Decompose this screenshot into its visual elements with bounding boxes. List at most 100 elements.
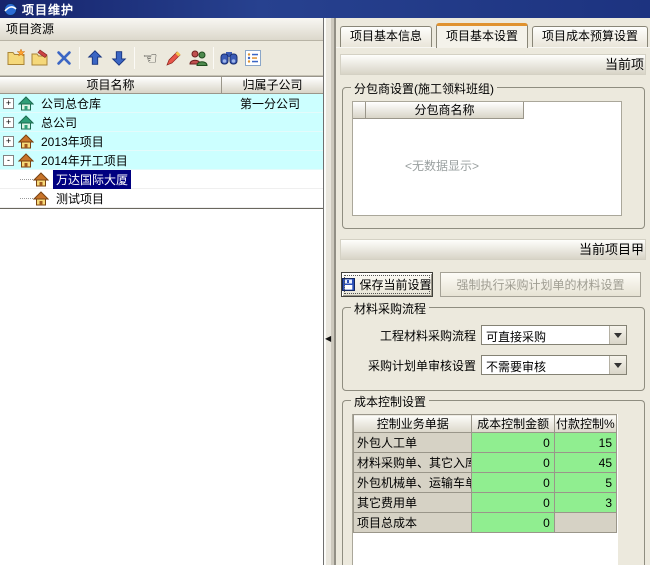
procurement-flow-select[interactable]: 可直接采购 [481,325,627,345]
new-folder-icon[interactable] [4,46,28,70]
procurement-group-title: 材料采购流程 [351,300,429,317]
cost-amount-cell[interactable]: 0 [472,493,554,513]
expand-toggle[interactable]: + [3,136,14,147]
subcontractor-list-header: 分包商名称 [353,102,621,119]
column-cost-amount[interactable]: 成本控制金额 [472,415,554,433]
plan-review-select[interactable]: 不需要审核 [481,355,627,375]
tree-row-2014-projects[interactable]: - 2014年开工项目 [0,151,323,170]
green-house-icon [18,96,35,111]
yellow-house-icon [18,153,35,168]
section-header-current-project: 当前项 [340,54,646,75]
subcontractor-list: 分包商名称 <无数据显示> [352,101,622,216]
team-icon[interactable] [186,46,210,70]
doc-type-cell: 材料采购单、其它入库单 [354,453,472,473]
tree-column-company[interactable]: 归属子公司 [222,77,323,93]
subcontractor-group-title: 分包商设置(施工领料班组) [351,80,497,97]
payment-percent-cell[interactable]: 15 [554,433,616,453]
table-row: 外包人工单 0 15 [354,433,617,453]
tree-node-label: 公司总仓库 [38,94,104,113]
edit-folder-icon[interactable] [28,46,52,70]
tab-basic-info[interactable]: 项目基本信息 [340,26,432,47]
panel-splitter[interactable]: ◀ [324,18,336,565]
doc-type-cell: 外包人工单 [354,433,472,453]
grid-header-row: 控制业务单据 成本控制金额 付款控制% [354,415,617,433]
modify-pencil-icon[interactable] [162,46,186,70]
project-tree: 项目名称 归属子公司 + 公司总仓库 第一分公司 + 总公司 + [0,76,323,209]
table-row: 其它费用单 0 3 [354,493,617,513]
dropdown-button[interactable] [609,356,626,374]
cost-amount-cell[interactable]: 0 [472,473,554,493]
move-up-icon[interactable] [83,46,107,70]
cost-amount-cell[interactable]: 0 [472,513,554,533]
cost-control-grid: 控制业务单据 成本控制金额 付款控制% 外包人工单 0 15 材料采购单、其它入… [352,414,618,565]
tree-row-test-project[interactable]: 测试项目 [0,189,323,208]
chevron-down-icon [614,333,622,342]
save-settings-button[interactable]: 保存当前设置 [341,272,433,297]
expand-toggle[interactable]: + [3,117,14,128]
yellow-house-icon [33,172,50,187]
expand-toggle[interactable]: + [3,98,14,109]
left-panel-title: 项目资源 [0,18,323,41]
yellow-house-icon [33,191,50,206]
delete-icon[interactable] [52,46,76,70]
tree-connector [20,179,33,180]
payment-percent-cell[interactable]: 3 [554,493,616,513]
find-binoculars-icon[interactable] [217,46,241,70]
tree-toolbar: ☜ [0,41,323,76]
row-indicator-cell [353,102,366,119]
tree-node-label: 测试项目 [53,189,107,208]
tree-connector [20,198,33,199]
cost-control-groupbox: 成本控制设置 控制业务单据 成本控制金额 付款控制% 外包人工单 0 15 [342,400,645,565]
doc-type-cell: 其它费用单 [354,493,472,513]
plan-review-label: 采购计划单审核设置 [343,357,476,374]
report-icon[interactable] [241,46,265,70]
plan-review-value: 不需要审核 [482,356,609,374]
procurement-flow-row: 工程材料采购流程 可直接采购 [343,325,644,345]
tree-node-label: 总公司 [38,113,80,132]
payment-percent-cell[interactable]: 45 [554,453,616,473]
table-row: 外包机械单、运输车单 0 5 [354,473,617,493]
tree-row-head-office[interactable]: + 总公司 [0,113,323,132]
toolbar-separator [213,47,214,69]
tree-row-2013-projects[interactable]: + 2013年项目 [0,132,323,151]
left-panel-empty-area [0,209,323,565]
force-material-settings-button[interactable]: 强制执行采购计划单的材料设置 [440,272,641,297]
tab-strip: 项目基本信息 项目基本设置 项目成本预算设置 [336,18,650,47]
collapse-toggle[interactable]: - [3,155,14,166]
subcontractor-name-column[interactable]: 分包商名称 [366,102,524,119]
collapse-left-arrow-icon[interactable]: ◀ [325,334,331,343]
payment-percent-cell[interactable]: 5 [554,473,616,493]
yellow-house-icon [18,134,35,149]
subcontractor-groupbox: 分包商设置(施工领料班组) 分包商名称 <无数据显示> [342,87,645,229]
dropdown-button[interactable] [609,326,626,344]
move-down-icon[interactable] [107,46,131,70]
column-payment-control[interactable]: 付款控制% [554,415,616,433]
column-doc-type[interactable]: 控制业务单据 [354,415,472,433]
tree-column-name[interactable]: 项目名称 [0,77,222,93]
toolbar-separator [79,47,80,69]
tree-row-wanda-tower[interactable]: 万达国际大厦 [0,170,323,189]
green-house-icon [18,115,35,130]
procurement-groupbox: 材料采购流程 工程材料采购流程 可直接采购 采购计划单审核设置 不需要审核 [342,307,645,391]
procurement-flow-value: 可直接采购 [482,326,609,344]
tab-basic-settings[interactable]: 项目基本设置 [436,23,528,48]
window-title-bar: 项目维护 [0,0,650,18]
select-hand-icon[interactable]: ☜ [138,46,162,70]
tree-node-label: 2013年项目 [38,132,107,151]
chevron-down-icon [614,363,622,372]
cost-control-group-title: 成本控制设置 [351,393,429,410]
project-resource-panel: 项目资源 [0,18,324,565]
tab-content: 当前项 分包商设置(施工领料班组) 分包商名称 <无数据显示> 当前项目甲 [336,47,650,565]
section-header-current-project-party: 当前项目甲 [340,239,646,260]
tree-node-label-selected: 万达国际大厦 [53,170,131,189]
doc-type-cell: 项目总成本 [354,513,472,533]
table-row: 项目总成本 0 [354,513,617,533]
tree-node-label: 2014年开工项目 [38,151,131,170]
cost-amount-cell[interactable]: 0 [472,433,554,453]
tab-cost-budget-settings[interactable]: 项目成本预算设置 [532,26,648,47]
cost-amount-cell[interactable]: 0 [472,453,554,473]
action-buttons: 保存当前设置 强制执行采购计划单的材料设置 [340,272,646,297]
tree-header: 项目名称 归属子公司 [0,77,323,94]
window-title: 项目维护 [22,1,74,18]
tree-row-company-warehouse[interactable]: + 公司总仓库 第一分公司 [0,94,323,113]
